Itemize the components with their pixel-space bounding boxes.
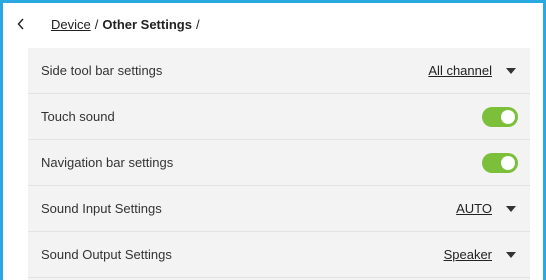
sound-input-dropdown-value[interactable]: AUTO	[456, 201, 492, 216]
settings-panel: Side tool bar settings All channel Touch…	[28, 48, 530, 280]
sound-output-dropdown-value[interactable]: Speaker	[444, 247, 492, 262]
breadcrumb-separator: /	[195, 17, 200, 32]
breadcrumb-current: Other Settings	[102, 17, 192, 32]
breadcrumb-device-link[interactable]: Device	[51, 17, 91, 32]
caret-down-icon[interactable]	[506, 67, 516, 74]
setting-row-side-tool-bar[interactable]: Side tool bar settings All channel	[28, 48, 530, 94]
settings-window: Device / Other Settings / Side tool bar …	[0, 0, 546, 280]
setting-label: Side tool bar settings	[41, 63, 163, 78]
setting-row-navigation-bar: Navigation bar settings	[28, 140, 530, 186]
toggle-knob	[501, 109, 515, 124]
side-tool-bar-dropdown-value[interactable]: All channel	[428, 63, 492, 78]
header: Device / Other Settings /	[3, 3, 543, 47]
caret-down-icon[interactable]	[506, 251, 516, 258]
setting-row-sound-output[interactable]: Sound Output Settings Speaker	[28, 232, 530, 278]
setting-label: Touch sound	[41, 109, 115, 124]
setting-row-touch-sound: Touch sound	[28, 94, 530, 140]
setting-row-sound-input[interactable]: Sound Input Settings AUTO	[28, 186, 530, 232]
toggle-knob	[501, 155, 515, 170]
setting-label: Sound Output Settings	[41, 247, 172, 262]
setting-label: Sound Input Settings	[41, 201, 162, 216]
breadcrumb-separator: /	[94, 17, 99, 32]
touch-sound-toggle[interactable]	[482, 106, 518, 127]
breadcrumb: Device / Other Settings /	[51, 17, 200, 32]
chevron-left-icon[interactable]	[17, 18, 25, 30]
setting-label: Navigation bar settings	[41, 155, 174, 170]
navigation-bar-toggle[interactable]	[482, 152, 518, 173]
caret-down-icon[interactable]	[506, 205, 516, 212]
